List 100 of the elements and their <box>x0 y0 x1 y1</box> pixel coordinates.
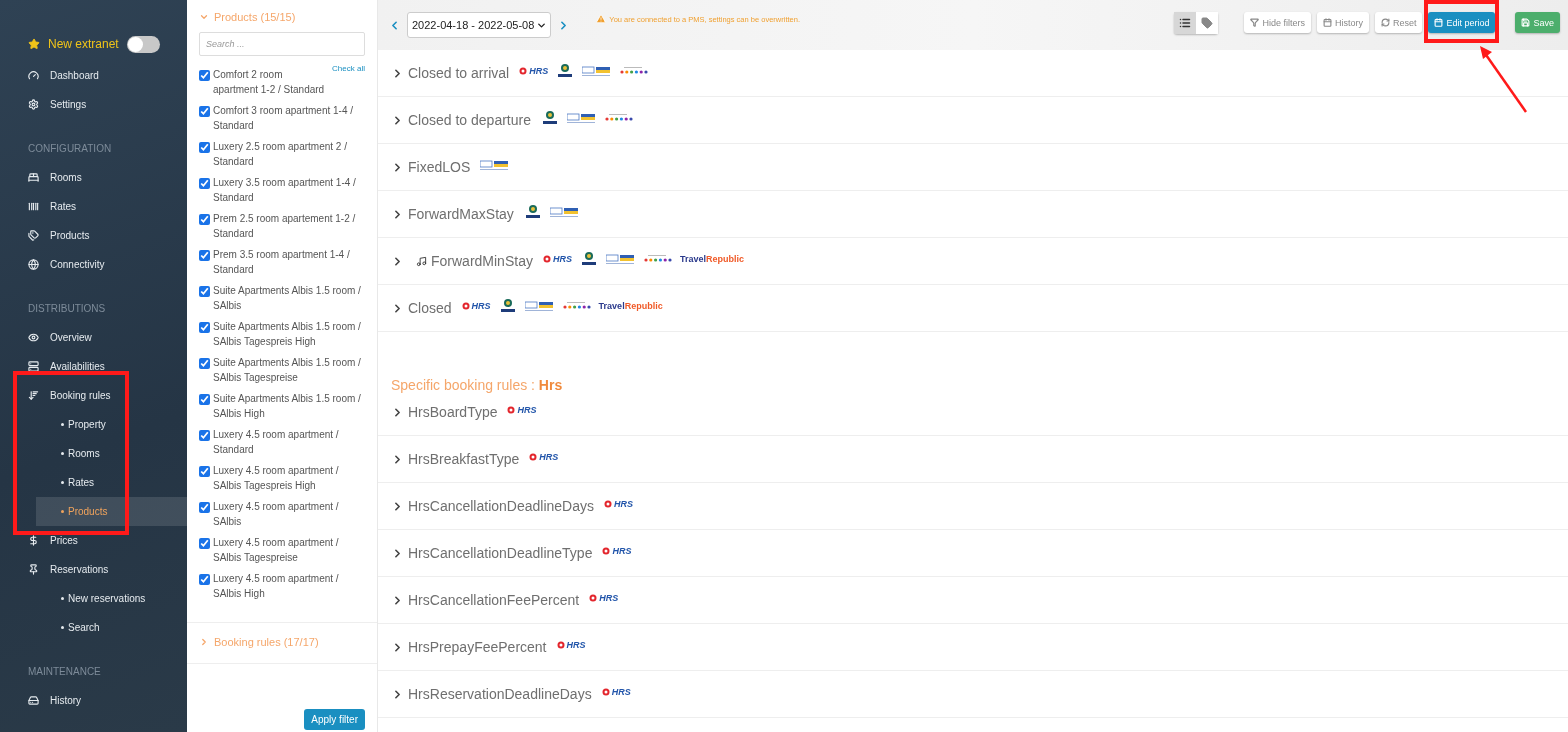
product-checkbox[interactable] <box>199 322 210 333</box>
rule-label: Closed to arrival <box>408 65 510 81</box>
period-select[interactable]: 2022-04-18 - 2022-05-08 <box>407 12 552 38</box>
search-field[interactable]: Search ... <box>199 32 365 56</box>
nav-subitem[interactable]: Rooms <box>36 439 187 468</box>
nav-item[interactable]: Dashboard <box>0 61 187 90</box>
product-checkbox[interactable] <box>199 502 210 513</box>
nav-icon <box>28 259 39 270</box>
rule-row[interactable]: HrsPrepayFeePercent HRS <box>378 624 1568 671</box>
nav-icon <box>28 535 39 546</box>
product-label: Luxery 4.5 room apartment / SAlbis <box>213 500 340 529</box>
product-checkbox[interactable] <box>199 106 210 117</box>
rule-row[interactable]: HrsBreakfastType HRS <box>378 436 1568 483</box>
rule-label: HrsCancellationDeadlineType <box>408 545 593 561</box>
rule-row[interactable]: ForwardMaxStay <box>378 191 1568 238</box>
product-checkbox[interactable] <box>199 214 210 225</box>
list-icon <box>1179 17 1192 29</box>
nav-item[interactable]: Prices <box>0 526 187 555</box>
nav-item[interactable]: Rates <box>0 192 187 221</box>
product-checkbox[interactable] <box>199 250 210 261</box>
tag-icon <box>1201 17 1214 29</box>
pointer-arrow <box>1478 44 1529 114</box>
product-checkbox[interactable] <box>199 574 210 585</box>
rule-label: HrsPrepayFeePercent <box>408 639 547 655</box>
product-label: Luxery 4.5 room apartment / SAlbis Tagespreise <box>213 536 340 565</box>
rule-row[interactable]: HrsCancellationFeePercent HRS <box>378 577 1568 624</box>
filter-icon <box>1250 18 1260 27</box>
nav-item[interactable]: Connectivity <box>0 250 187 279</box>
dots-logo <box>643 253 672 264</box>
travel-logo: TravelRepublic <box>598 300 663 311</box>
hrs-logo: HRS <box>519 65 549 76</box>
product-checkbox[interactable] <box>199 358 210 369</box>
history-button[interactable]: History <box>1316 12 1369 33</box>
product-checkbox[interactable] <box>199 178 210 189</box>
product-label: Prem 3.5 room apartment 1-4 / Standard <box>213 248 351 277</box>
list-view-button[interactable] <box>1174 12 1197 34</box>
product-checkbox[interactable] <box>199 70 210 81</box>
rule-row[interactable]: HrsCancellationDeadlineType HRS <box>378 530 1568 577</box>
rule-row[interactable]: HrsReservationDeadlineDays HRS <box>378 671 1568 718</box>
product-checkbox[interactable] <box>199 286 210 297</box>
hrs-logo: HRS <box>589 592 619 603</box>
product-label: Suite Apartments Albis 1.5 room / SAlbis Tagespreise <box>213 356 362 385</box>
nav-subitem[interactable]: Search <box>36 613 187 642</box>
nav-item[interactable]: History <box>0 686 187 715</box>
flag-logo <box>566 111 597 124</box>
nav-icon <box>28 230 39 241</box>
chevron-right-icon <box>199 637 209 647</box>
globe-logo <box>498 297 517 314</box>
rule-label: Closed to departure <box>408 112 531 128</box>
product-label: Prem 2.5 room apartement 1-2 / Standard <box>213 212 357 241</box>
rule-row[interactable]: Closed to departure <box>378 97 1568 144</box>
nav-item[interactable]: Reservations <box>0 555 187 584</box>
hrs-logo: HRS <box>507 404 537 415</box>
filter-button[interactable]: Hide filters <box>1244 12 1311 33</box>
nav-item[interactable]: Booking rules <box>0 381 187 410</box>
nav-item[interactable]: Settings <box>0 90 187 119</box>
globe-logo <box>579 250 598 267</box>
product-checkbox[interactable] <box>199 430 210 441</box>
flag-logo <box>605 252 636 265</box>
nav-subitem[interactable]: New reservations <box>36 584 187 613</box>
nav-item[interactable]: Rooms <box>0 163 187 192</box>
section-heading: MAINTENANCE <box>27 665 102 679</box>
nav-item[interactable]: Products <box>0 221 187 250</box>
dots-logo <box>562 300 591 311</box>
hrs-logo: HRS <box>604 498 633 509</box>
globe-logo <box>523 203 542 220</box>
rule-row[interactable]: Closed to arrival HRS <box>378 50 1568 97</box>
chevron-down-icon <box>199 12 209 22</box>
rule-label: Closed <box>408 300 452 316</box>
rule-label: HrsReservationDeadlineDays <box>408 686 592 702</box>
hrs-logo: HRS <box>461 300 491 311</box>
product-label: Luxery 4.5 room apartment / SAlbis Tagespreis High <box>213 464 340 493</box>
nav-icon <box>28 361 39 372</box>
nav-subitem[interactable]: Products <box>36 497 187 526</box>
nav-subitem[interactable]: Rates <box>36 468 187 497</box>
rule-row[interactable]: Closed HRS TravelRepublic <box>378 285 1568 332</box>
calendar-icon <box>1434 18 1444 27</box>
rule-label: ForwardMaxStay <box>408 206 514 222</box>
check-all-link[interactable]: Check all <box>332 64 365 73</box>
nav-subitem[interactable]: Property <box>36 410 187 439</box>
hrs-logo: HRS <box>602 545 632 556</box>
nav-icon <box>28 695 39 706</box>
rule-row[interactable]: ForwardMinStay HRS TravelRepublic <box>378 238 1568 285</box>
rule-row[interactable]: FixedLOS <box>378 144 1568 191</box>
product-checkbox[interactable] <box>199 142 210 153</box>
product-checkbox[interactable] <box>199 394 210 405</box>
product-checkbox[interactable] <box>199 538 210 549</box>
product-label: Luxery 4.5 room apartment / Standard <box>213 428 340 457</box>
reset-button[interactable]: Reset <box>1374 12 1423 33</box>
edit-button[interactable]: Edit period <box>1428 12 1496 33</box>
dots-logo <box>620 65 649 76</box>
rule-label: HrsBoardType <box>408 404 498 420</box>
toggle-switch[interactable] <box>126 35 160 53</box>
rule-row[interactable]: HrsCancellationDeadlineDays HRS <box>378 483 1568 530</box>
rule-label: HrsBreakfastType <box>408 451 520 467</box>
nav-item[interactable]: Availabilities <box>0 352 187 381</box>
product-checkbox[interactable] <box>199 466 210 477</box>
apply-filter-button[interactable]: Apply filter <box>304 709 365 730</box>
nav-item[interactable]: Overview <box>0 323 187 352</box>
product-label: Suite Apartments Albis 1.5 room / SAlbis Tagespreis High <box>213 320 362 349</box>
